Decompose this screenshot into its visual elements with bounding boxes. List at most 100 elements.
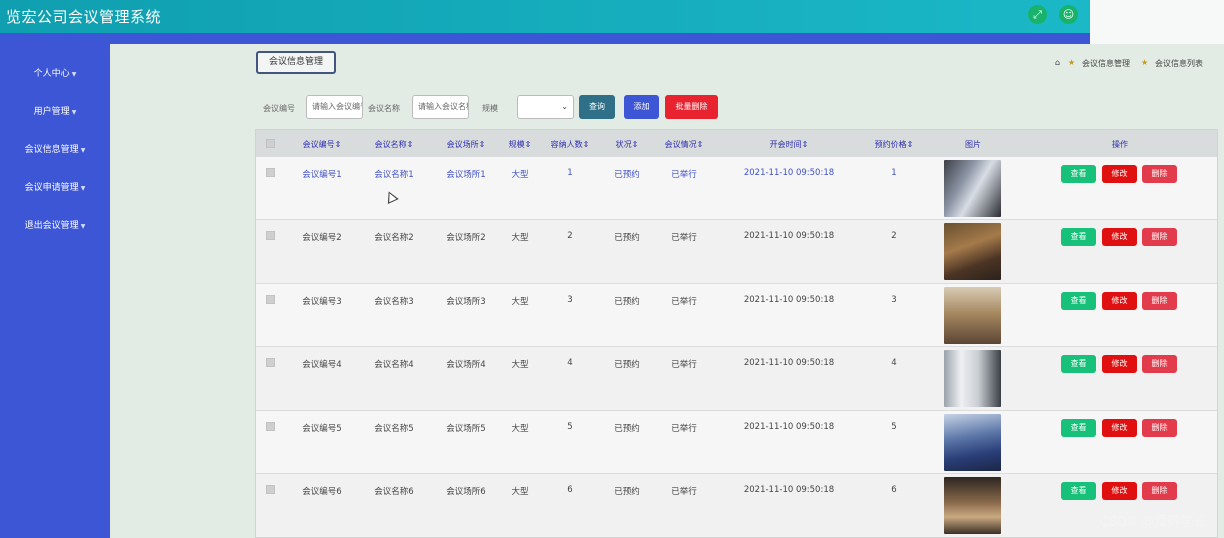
cell-scale: 大型 [511,487,529,497]
cell-code: 会议编号2 [302,233,342,243]
meeting-room-image[interactable] [944,477,1001,534]
code-search-input[interactable]: 请输入会议编号 [306,95,363,119]
cell-scale: 大型 [511,424,529,434]
row-checkbox[interactable] [266,295,275,304]
expand-icon[interactable]: ⤢ [1028,5,1047,24]
edit-button[interactable]: 修改 [1102,355,1137,373]
add-button[interactable]: 添加 [624,95,659,119]
cell-scale: 大型 [511,297,529,307]
sidebar-item-user-management[interactable]: 用户管理 ▼ [0,104,110,117]
column-header-status[interactable]: 状况⇕ [616,139,639,150]
meeting-room-image[interactable] [944,287,1001,344]
view-button[interactable]: 查看 [1061,165,1096,183]
breadcrumb-item[interactable]: 会议信息管理 [1082,58,1130,69]
cell-situation: 已举行 [671,170,697,180]
sidebar-item-label: 用户管理 [33,107,70,117]
sidebar-item-exit-meeting[interactable]: 退出会议管理 ▼ [0,218,110,231]
edit-button[interactable]: 修改 [1102,228,1137,246]
view-button[interactable]: 查看 [1061,355,1096,373]
delete-button[interactable]: 删除 [1142,228,1177,246]
cell-price: 6 [891,485,897,495]
row-checkbox[interactable] [266,422,275,431]
delete-button[interactable]: 删除 [1142,419,1177,437]
cell-price: 5 [891,422,897,432]
cell-status: 已预约 [614,487,640,497]
view-button[interactable]: 查看 [1061,292,1096,310]
sidebar-item-label: 退出会议管理 [24,221,79,231]
cell-name: 会议名称4 [374,360,414,370]
meeting-room-image[interactable] [944,160,1001,217]
cell-capacity: 1 [567,168,573,178]
batch-delete-button[interactable]: 批量删除 [665,95,718,119]
scale-select[interactable]: ⌄ [517,95,574,119]
delete-button[interactable]: 删除 [1142,482,1177,500]
table-row: 会议编号6 会议名称6 会议场所6 大型 6 已预约 已举行 2021-11-1… [256,474,1217,537]
column-header-name[interactable]: 会议名称⇕ [375,139,414,150]
cell-time: 2021-11-10 09:50:18 [743,358,835,368]
sidebar-item-personal-center[interactable]: 个人中心 ▼ [0,66,110,79]
meeting-room-image[interactable] [944,414,1001,471]
row-checkbox[interactable] [266,485,275,494]
view-button[interactable]: 查看 [1061,419,1096,437]
row-checkbox[interactable] [266,358,275,367]
sidebar-item-label: 会议信息管理 [24,145,79,155]
column-header-venue[interactable]: 会议场所⇕ [447,139,486,150]
delete-button[interactable]: 删除 [1142,165,1177,183]
app-title: 览宏公司会议管理系统 [6,8,162,26]
chevron-down-icon: ▼ [80,223,86,230]
edit-button[interactable]: 修改 [1102,292,1137,310]
cell-scale: 大型 [511,170,529,180]
cell-status: 已预约 [614,170,640,180]
cell-venue: 会议场所5 [446,424,486,434]
row-checkbox[interactable] [266,168,275,177]
edit-button[interactable]: 修改 [1102,482,1137,500]
delete-button[interactable]: 删除 [1142,292,1177,310]
edit-button[interactable]: 修改 [1102,165,1137,183]
edit-button[interactable]: 修改 [1102,419,1137,437]
cell-capacity: 3 [567,295,573,305]
column-header-price[interactable]: 预约价格⇕ [875,139,914,150]
column-header-capacity[interactable]: 容纳人数⇕ [551,139,590,150]
sidebar-item-label: 会议申请管理 [24,183,79,193]
cell-capacity: 4 [567,358,573,368]
table-body: 会议编号1 会议名称1 会议场所1 大型 1 已预约 已举行 2021-11-1… [256,157,1217,537]
column-header-time[interactable]: 开会时间⇕ [770,139,809,150]
cell-scale: 大型 [511,360,529,370]
top-bar: 览宏公司会议管理系统 ⤢ ☺ [0,0,1090,33]
cell-name: 会议名称5 [374,424,414,434]
cell-price: 2 [891,231,897,241]
cell-name: 会议名称6 [374,487,414,497]
cell-venue: 会议场所1 [446,170,486,180]
name-search-input[interactable]: 请输入会议名称 [412,95,469,119]
cell-time: 2021-11-10 09:50:18 [743,485,835,495]
meeting-room-image[interactable] [944,223,1001,280]
cell-capacity: 5 [567,422,573,432]
delete-button[interactable]: 删除 [1142,355,1177,373]
column-header-code[interactable]: 会议编号⇕ [303,139,342,150]
row-checkbox[interactable] [266,231,275,240]
cell-status: 已预约 [614,424,640,434]
chevron-down-icon: ⌄ [561,102,568,111]
cell-code: 会议编号6 [302,487,342,497]
select-all-checkbox[interactable] [266,139,275,148]
cell-situation: 已举行 [671,360,697,370]
search-button[interactable]: 查询 [579,95,615,119]
cell-capacity: 2 [567,231,573,241]
home-icon[interactable]: ⌂ [1055,58,1060,67]
sidebar-item-meeting-info[interactable]: 会议信息管理 ▼ [0,142,110,155]
view-button[interactable]: 查看 [1061,228,1096,246]
view-button[interactable]: 查看 [1061,482,1096,500]
column-header-actions: 操作 [1112,140,1128,149]
cell-situation: 已举行 [671,297,697,307]
cell-venue: 会议场所4 [446,360,486,370]
column-header-image: 图片 [965,140,981,149]
sidebar-item-meeting-apply[interactable]: 会议申请管理 ▼ [0,180,110,193]
cell-name: 会议名称1 [374,170,414,180]
meeting-room-image[interactable] [944,350,1001,407]
breadcrumb-item: 会议信息列表 [1155,59,1203,68]
chevron-down-icon: ▼ [80,147,86,154]
user-icon[interactable]: ☺ [1059,5,1078,24]
column-header-situation[interactable]: 会议情况⇕ [665,139,704,150]
cell-time: 2021-11-10 09:50:18 [743,168,835,178]
column-header-scale[interactable]: 规模⇕ [509,139,532,150]
